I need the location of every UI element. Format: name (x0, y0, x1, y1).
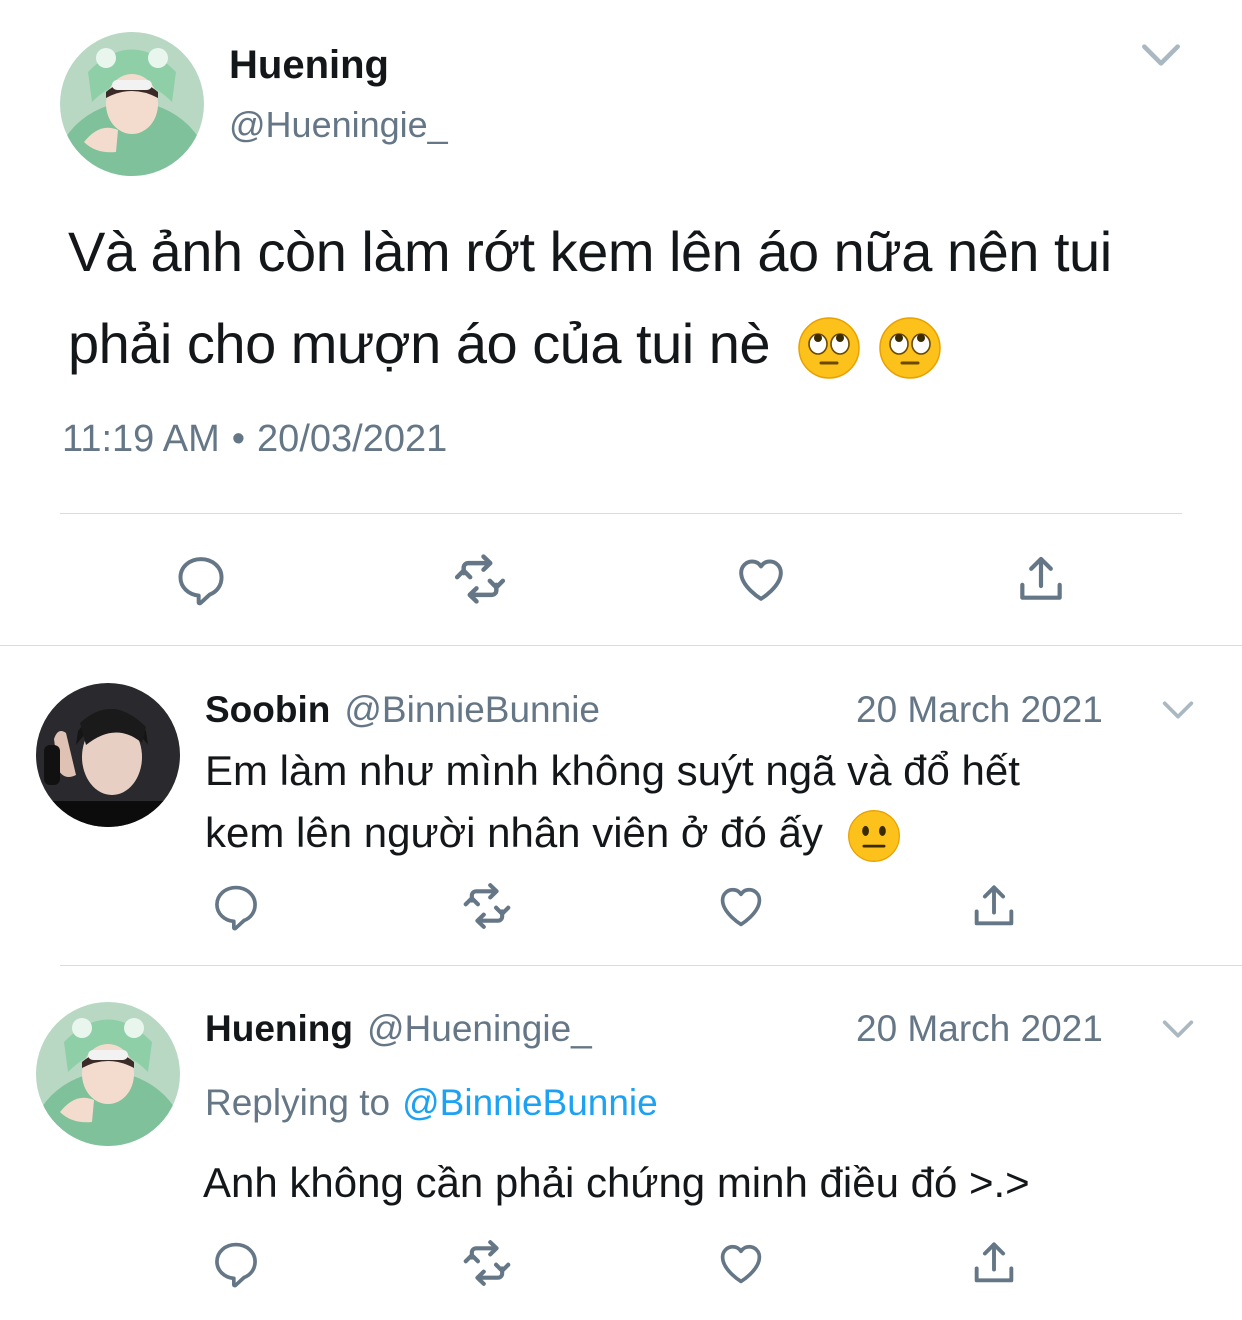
author-handle[interactable]: @Hueningie_ (229, 104, 448, 146)
tweet-date: 20/03/2021 (257, 418, 448, 460)
rolling-eyes-emoji (878, 316, 942, 380)
section-divider (0, 645, 1242, 646)
avatar-huening[interactable] (36, 1002, 180, 1146)
retweet-icon[interactable] (452, 551, 508, 607)
like-icon[interactable] (733, 551, 789, 607)
replying-to-link[interactable]: @BinnieBunnie (402, 1080, 658, 1126)
reply-icon[interactable] (210, 1237, 262, 1289)
share-icon[interactable] (968, 1237, 1020, 1289)
reply-text: Em làm như mình không suýt ngã và đổ hết… (205, 740, 1020, 864)
reply-text-line: kem lên người nhân viên ở đó ấy (205, 802, 1020, 864)
retweet-icon[interactable] (461, 1237, 513, 1289)
avatar-soobin[interactable] (36, 683, 180, 827)
replying-to-label: Replying to (205, 1082, 391, 1123)
reply-icon[interactable] (173, 551, 229, 607)
chevron-down-icon[interactable] (1136, 30, 1186, 80)
reply-date[interactable]: 20 March 2021 (856, 688, 1103, 732)
divider (60, 965, 1242, 966)
tweet-time: 11:19 AM (62, 418, 220, 460)
author-name[interactable]: Huening (205, 1007, 353, 1051)
reply-header: Huening @Hueningie_ (205, 1007, 592, 1051)
reply-header: Soobin @BinnieBunnie (205, 688, 600, 732)
replying-to: Replying to @BinnieBunnie (205, 1080, 658, 1126)
reply-icon[interactable] (210, 880, 262, 932)
tweet-text-line: Và ảnh còn làm rớt kem lên áo nữa nên tu… (68, 220, 1112, 283)
avatar-huening[interactable] (60, 32, 204, 176)
author-handle[interactable]: @BinnieBunnie (344, 688, 600, 732)
tweet-text-line: phải cho mượn áo của tui nè (68, 298, 1112, 390)
rolling-eyes-emoji (797, 316, 861, 380)
like-icon[interactable] (715, 880, 767, 932)
like-icon[interactable] (715, 1237, 767, 1289)
author-name[interactable]: Huening (229, 42, 389, 88)
author-name[interactable]: Soobin (205, 688, 330, 732)
tweet-timestamp: 11:19 AM • 20/03/2021 (62, 416, 447, 462)
retweet-icon[interactable] (461, 880, 513, 932)
share-icon[interactable] (1013, 551, 1069, 607)
divider (60, 513, 1182, 514)
reply-text-line: Em làm như mình không suýt ngã và đổ hết (205, 747, 1020, 794)
share-icon[interactable] (968, 880, 1020, 932)
tweet-text: Và ảnh còn làm rớt kem lên áo nữa nên tu… (68, 206, 1112, 390)
chevron-down-icon[interactable] (1158, 1009, 1198, 1049)
reply-date[interactable]: 20 March 2021 (856, 1007, 1103, 1051)
chevron-down-icon[interactable] (1158, 690, 1198, 730)
separator-dot: • (231, 418, 246, 460)
author-handle[interactable]: @Hueningie_ (367, 1007, 592, 1051)
reply-text: Anh không cần phải chứng minh điều đó >.… (203, 1159, 1030, 1206)
neutral-face-emoji (847, 809, 901, 863)
